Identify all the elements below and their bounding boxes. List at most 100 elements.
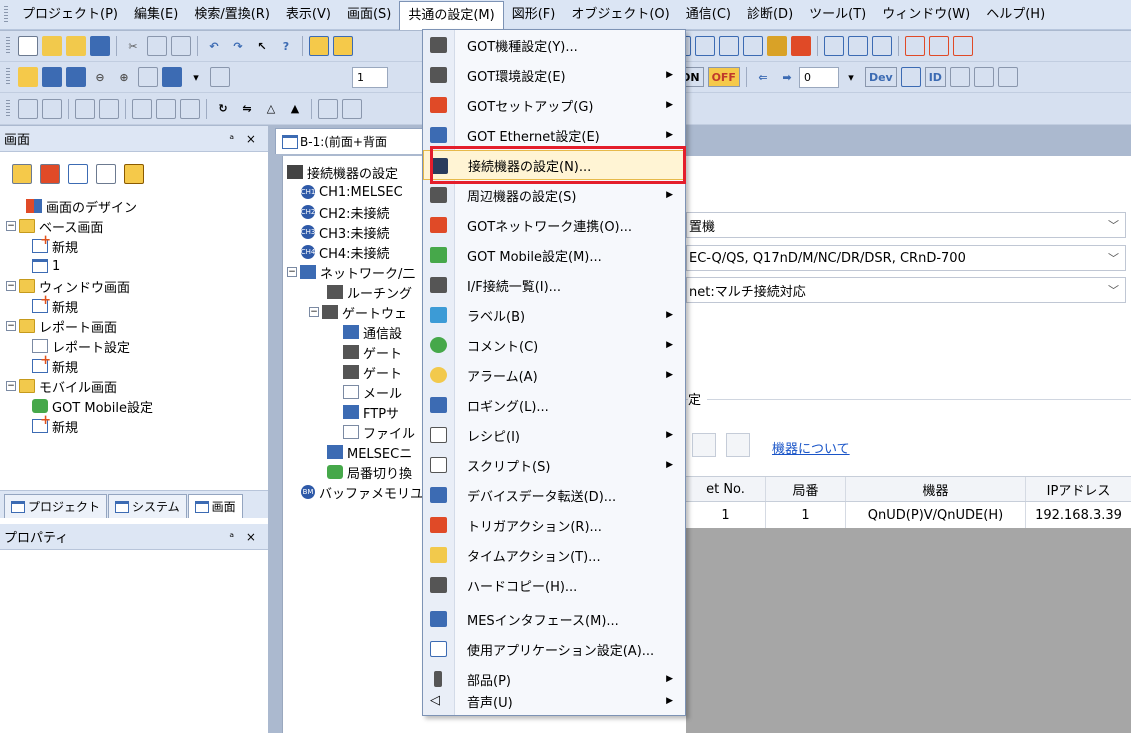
new-file-icon[interactable]	[18, 36, 38, 56]
transfer-icon[interactable]	[743, 36, 763, 56]
menu-item-connect-device[interactable]: 接続機器の設定(N)...	[423, 150, 685, 180]
abc-tool-icon[interactable]	[872, 36, 892, 56]
copy-icon[interactable]	[147, 36, 167, 56]
color-icon[interactable]	[162, 67, 182, 87]
tree-item[interactable]: ルーチング	[287, 282, 427, 302]
menu-item-sound[interactable]: ◁ 音声(U) ▶	[423, 686, 685, 716]
menu-item-hardcopy[interactable]: ハードコピー(H)...	[423, 570, 685, 600]
pin-close-icon[interactable]: ᵃ ×	[229, 132, 260, 146]
tree-item[interactable]: 新規	[6, 293, 268, 316]
tree-item[interactable]: ファイル	[287, 422, 427, 442]
toolbar-grip[interactable]	[6, 68, 10, 86]
menu-item-got-env[interactable]: GOT環境設定(E) ▶	[423, 60, 685, 90]
menu-item-logging[interactable]: ロギング(L)...	[423, 390, 685, 420]
tree-item[interactable]: 画面のデザイン	[6, 196, 268, 216]
menu-edit[interactable]: 編集(E)	[126, 2, 186, 28]
menu-object[interactable]: オブジェクト(O)	[563, 2, 677, 28]
menubar-grip[interactable]	[4, 5, 8, 24]
tree-item[interactable]: メール	[287, 382, 427, 402]
tree-item[interactable]: 新規	[6, 413, 268, 436]
tree-item[interactable]: ゲート	[287, 362, 427, 382]
tree-item[interactable]: MELSECニ	[287, 442, 427, 462]
collapse-icon[interactable]: −	[6, 321, 16, 331]
menu-item-script[interactable]: スクリプト(S) ▶	[423, 450, 685, 480]
tree-item[interactable]: CH1 CH1:MELSEC	[287, 182, 427, 202]
triangle2-icon[interactable]: ▲	[285, 99, 305, 119]
tree-item[interactable]: − ネットワーク/二	[287, 262, 427, 282]
menu-item-time-action[interactable]: タイムアクション(T)...	[423, 540, 685, 570]
delete-screen-icon[interactable]	[40, 164, 60, 184]
tree-item[interactable]: FTPサ	[287, 402, 427, 422]
combo-arrow-icon[interactable]: ▾	[841, 67, 861, 87]
open-project-icon[interactable]	[66, 36, 86, 56]
copy-icon[interactable]	[692, 433, 716, 457]
pin-close-icon[interactable]: ᵃ ×	[229, 530, 260, 544]
palette-icon[interactable]	[791, 36, 811, 56]
menu-item-peripheral[interactable]: 周辺機器の設定(S) ▶	[423, 180, 685, 210]
open-folder-icon[interactable]	[42, 36, 62, 56]
window-icon[interactable]	[953, 36, 973, 56]
menu-item-got-network[interactable]: GOTネットワーク連携(O)...	[423, 210, 685, 240]
menu-item-comment[interactable]: コメント(C) ▶	[423, 330, 685, 360]
undo-icon[interactable]: ↶	[204, 36, 224, 56]
align-right-icon[interactable]	[42, 98, 62, 119]
tree-item[interactable]: 1	[6, 256, 268, 276]
tree-item[interactable]: ゲート	[287, 342, 427, 362]
dev-button[interactable]: Dev	[864, 67, 897, 87]
model-select[interactable]: EC-Q/QS, Q17nD/M/NC/DR/DSR, CRnD-700 ﹀	[686, 245, 1126, 271]
menu-item-app-settings[interactable]: 使用アプリケーション設定(A)...	[423, 634, 685, 664]
next-icon[interactable]: ⊕	[114, 67, 134, 87]
ungroup-icon[interactable]	[156, 98, 176, 119]
menu-help[interactable]: ヘルプ(H)	[978, 2, 1053, 28]
flip-h-icon[interactable]	[318, 98, 338, 119]
menu-item-got-setup[interactable]: GOTセットアップ(G) ▶	[423, 90, 685, 120]
tab-project[interactable]: プロジェクト	[4, 494, 108, 518]
new-screen-icon[interactable]	[68, 164, 88, 184]
save-icon[interactable]	[90, 36, 110, 56]
interface-select[interactable]: net:マルチ接続対応 ﹀	[686, 277, 1126, 303]
flip-v-icon[interactable]	[342, 98, 362, 119]
menu-common-settings[interactable]: 共通の設定(M)	[399, 1, 504, 30]
paste-icon[interactable]	[171, 36, 191, 56]
help-icon[interactable]: ?	[276, 36, 296, 56]
menu-screen[interactable]: 画面(S)	[339, 2, 399, 28]
menu-item-got-model[interactable]: GOT機種設定(Y)...	[423, 30, 685, 60]
tree-item[interactable]: 新規	[6, 353, 268, 376]
toolbar-grip[interactable]	[6, 99, 10, 118]
pointer-icon[interactable]: ↖	[252, 36, 272, 56]
align-bottom-icon[interactable]	[99, 98, 119, 119]
align-top-icon[interactable]	[75, 98, 95, 119]
frame-icon[interactable]	[949, 67, 970, 87]
zoom-icon[interactable]	[210, 67, 230, 87]
menu-figure[interactable]: 図形(F)	[504, 2, 564, 28]
window-open-icon[interactable]	[905, 36, 925, 56]
menu-item-got-mobile[interactable]: GOT Mobile設定(M)...	[423, 240, 685, 270]
align-left-icon[interactable]	[18, 98, 38, 119]
arrow-right-icon[interactable]: ➡	[777, 67, 797, 87]
menu-communication[interactable]: 通信(C)	[678, 2, 739, 28]
tab-system[interactable]: システム	[108, 494, 187, 518]
menu-diagnostics[interactable]: 診断(D)	[739, 2, 801, 28]
verify-icon[interactable]	[719, 36, 739, 56]
column-header[interactable]: IPアドレス	[1026, 477, 1131, 501]
cut-icon[interactable]: ✂	[123, 36, 143, 56]
grid-icon[interactable]	[138, 67, 158, 87]
order-icon[interactable]	[180, 98, 200, 119]
column-header[interactable]: 機器	[846, 477, 1026, 501]
menu-tools[interactable]: ツール(T)	[801, 2, 874, 28]
menu-item-recipe[interactable]: レシピ(I) ▶	[423, 420, 685, 450]
screen-list-icon[interactable]	[42, 67, 62, 87]
label-dev-icon[interactable]	[900, 67, 921, 87]
column-header[interactable]: 局番	[766, 477, 846, 501]
menu-item-trigger-action[interactable]: トリガアクション(R)...	[423, 510, 685, 540]
tree-item[interactable]: 局番切り換	[287, 462, 427, 482]
frame3-icon[interactable]	[997, 67, 1018, 87]
menu-window[interactable]: ウィンドウ(W)	[874, 2, 978, 28]
group-icon[interactable]	[132, 98, 152, 119]
tree-item[interactable]: − レポート画面	[6, 316, 268, 336]
device-info-link[interactable]: 機器について	[772, 438, 850, 457]
column-header[interactable]: et No.	[686, 477, 766, 501]
redo-icon[interactable]: ↷	[228, 36, 248, 56]
tree-item[interactable]: 接続機器の設定	[287, 162, 427, 182]
paste-icon[interactable]	[726, 433, 750, 457]
